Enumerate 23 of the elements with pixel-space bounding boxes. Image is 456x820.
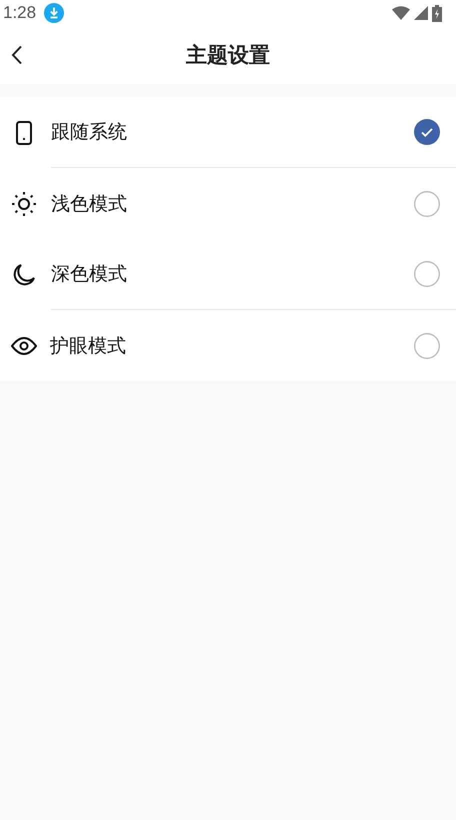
radio-button[interactable] [414,332,440,358]
theme-option[interactable]: 跟随系统 [0,97,456,168]
status-time: 1:28 [3,3,36,23]
moon-icon [12,262,36,286]
radio-button[interactable] [414,261,440,287]
checked-radio[interactable] [414,119,440,145]
wifi-icon [392,6,410,20]
back-icon[interactable] [11,45,23,65]
sun-icon [12,192,36,216]
battery-icon [432,4,442,22]
page-title: 主题设置 [186,42,270,69]
phone-icon [16,120,32,144]
radio-button[interactable] [414,190,440,216]
theme-option[interactable]: 护眼模式 [0,310,456,381]
option-label: 跟随系统 [51,120,128,145]
download-icon [44,3,64,23]
option-label: 深色模式 [51,262,128,287]
theme-option[interactable]: 浅色模式 [0,168,456,239]
option-label: 护眼模式 [50,334,127,358]
theme-option[interactable]: 深色模式 [0,239,456,310]
signal-icon [414,6,428,20]
eye-icon [11,336,37,354]
option-label: 浅色模式 [51,192,128,216]
